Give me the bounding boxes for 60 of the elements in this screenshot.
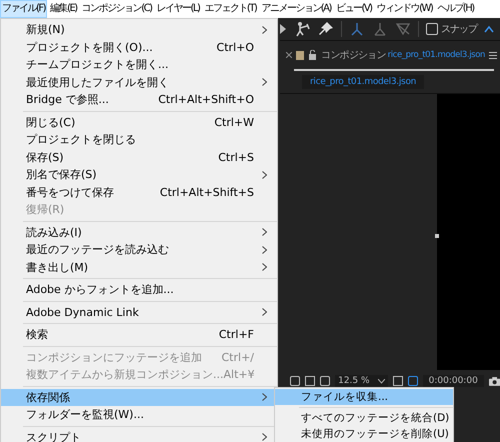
chevron-right-icon: [262, 263, 267, 272]
menu-icon[interactable]: [489, 52, 497, 58]
menu-bar-item[interactable]: ウィンドウ(W): [374, 0, 434, 18]
menu-item[interactable]: Adobe からフォントを追加...: [1, 281, 277, 298]
menu-item[interactable]: 最近のフッテージを読み込む: [1, 241, 277, 258]
menu-item[interactable]: すべてのフッテージを統合(D): [275, 410, 453, 426]
snap-checkbox[interactable]: スナップ: [426, 22, 477, 36]
menu-item[interactable]: プロジェクトを開く(O)... Ctrl+O: [1, 38, 277, 56]
menu-bar-item[interactable]: ファイル(F): [0, 0, 48, 18]
menu-item[interactable]: ファイルを収集...: [275, 389, 453, 405]
handle-icon[interactable]: [435, 234, 439, 238]
chevron-right-icon: [262, 228, 267, 236]
menu-item[interactable]: 検索 Ctrl+F: [1, 326, 277, 344]
tri-node-icon[interactable]: [372, 21, 388, 37]
chevron-right-icon: [262, 393, 267, 402]
menu-bar-item[interactable]: 編集(E): [48, 0, 79, 18]
menu-item[interactable]: フォルダーを監視(W)...: [1, 406, 277, 424]
menu-item[interactable]: プロジェクトを閉じる: [1, 131, 277, 148]
chevron-right-icon: [262, 170, 267, 179]
snapshot-icon[interactable]: [488, 376, 500, 386]
menu-item[interactable]: 最近使用したファイルを開く: [1, 74, 277, 91]
menu-bar-item[interactable]: コンポジション(C): [80, 0, 154, 18]
pin-icon[interactable]: [318, 21, 334, 37]
menu-item[interactable]: 閉じる(C) Ctrl+W: [1, 114, 277, 131]
menu-item[interactable]: 読み込み(I): [1, 224, 277, 241]
chevron-right-icon: [262, 78, 267, 86]
menu-item[interactable]: 別名で保存(S): [1, 166, 277, 184]
menu-item[interactable]: 未使用のフッテージを削除(U): [275, 426, 453, 442]
mesh-icon[interactable]: [395, 21, 411, 37]
menu-item[interactable]: 新規(N): [1, 21, 277, 38]
menu-bar-item[interactable]: アニメーション(A): [259, 0, 333, 18]
chevron-right-icon: [262, 26, 267, 34]
caret-icon: [378, 378, 385, 384]
zoom-dropdown[interactable]: 12.5 %: [335, 375, 388, 387]
menu-bar-item[interactable]: ビュー(V): [334, 0, 374, 18]
caret-icon[interactable]: [484, 24, 494, 34]
puppet-pin-icon[interactable]: [295, 21, 311, 37]
node-icon[interactable]: [349, 21, 365, 37]
menu-bar-item[interactable]: ヘルプ(H): [435, 0, 476, 18]
chevron-right-icon: [262, 308, 267, 316]
menu-item[interactable]: チームプロジェクトを開く...: [1, 56, 277, 74]
menu-item[interactable]: 番号をつけて保存 Ctrl+Alt+Shift+S: [1, 184, 277, 201]
chevron-right-icon: [262, 246, 267, 254]
chevron-right-icon: [262, 433, 267, 442]
arrow-icon[interactable]: [280, 23, 288, 35]
color-swatch-icon: [296, 50, 304, 60]
lock-icon[interactable]: [308, 50, 318, 60]
menu-item[interactable]: Bridge で参照... Ctrl+Alt+Shift+O: [1, 91, 277, 108]
close-icon[interactable]: [286, 52, 292, 58]
panel-title: コンポジション: [321, 49, 386, 62]
menu-item[interactable]: 書き出し(M): [1, 258, 277, 276]
menu-item[interactable]: 依存関係: [1, 388, 277, 406]
menu-item[interactable]: 保存(S) Ctrl+S: [1, 148, 277, 166]
timecode-field[interactable]: 0:00:00:00: [422, 375, 484, 387]
composition-name[interactable]: rice_pro_t01.model3.json: [388, 50, 485, 60]
menu-bar-item[interactable]: レイヤー(L): [154, 0, 202, 18]
composition-tab[interactable]: rice_pro_t01.model3.json: [302, 75, 424, 89]
menu-bar-item[interactable]: エフェクト(T): [202, 0, 258, 18]
menu-item[interactable]: スクリプト: [1, 428, 277, 442]
menu-item[interactable]: Adobe Dynamic Link: [1, 304, 277, 321]
